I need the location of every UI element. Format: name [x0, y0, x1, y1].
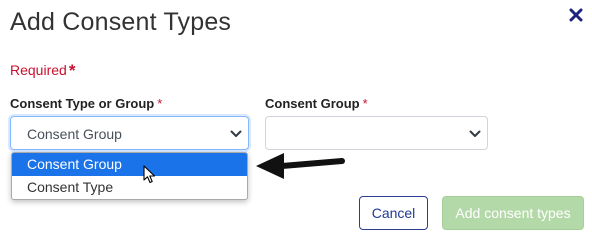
- consent-group-label: Consent Group *: [265, 96, 368, 111]
- consent-type-or-group-label-text: Consent Type or Group: [10, 96, 155, 111]
- mouse-pointer-icon: [143, 165, 156, 184]
- chevron-down-icon: [230, 130, 242, 137]
- dropdown-option-consent-group[interactable]: Consent Group: [12, 153, 247, 176]
- consent-type-or-group-select[interactable]: Consent Group: [10, 116, 249, 150]
- arrow-left-icon: [256, 153, 345, 179]
- chevron-down-icon: [469, 130, 481, 137]
- consent-group-select[interactable]: [265, 116, 488, 150]
- add-consent-types-button[interactable]: Add consent types: [442, 196, 584, 230]
- consent-group-label-text: Consent Group: [265, 96, 360, 111]
- required-marker: *: [157, 96, 163, 111]
- required-marker: *: [68, 61, 76, 80]
- consent-type-or-group-value: Consent Group: [27, 126, 122, 142]
- dropdown-option-consent-type[interactable]: Consent Type: [12, 176, 247, 199]
- required-note-text: Required: [10, 62, 67, 78]
- cancel-button[interactable]: Cancel: [359, 196, 428, 230]
- required-marker: *: [362, 96, 368, 111]
- consent-type-or-group-label: Consent Type or Group *: [10, 96, 162, 111]
- close-icon[interactable]: [567, 6, 585, 24]
- dialog-title: Add Consent Types: [10, 8, 232, 36]
- required-note: Required *: [10, 60, 75, 80]
- consent-type-or-group-dropdown: Consent Group Consent Type: [11, 152, 248, 200]
